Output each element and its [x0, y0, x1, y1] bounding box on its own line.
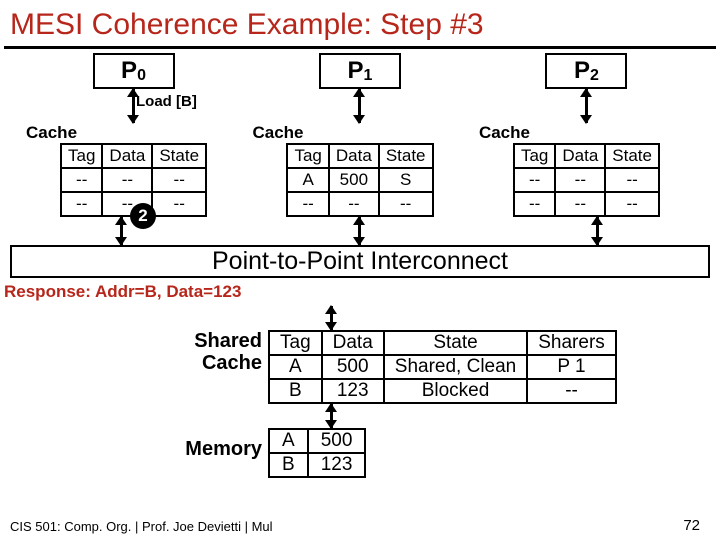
- col-tag: Tag: [514, 144, 555, 168]
- cache-label: Cache: [479, 123, 530, 143]
- load-b-label: Load [B]: [136, 93, 197, 110]
- cell: P 1: [527, 355, 616, 379]
- cell: B: [269, 379, 322, 403]
- cell: --: [329, 192, 379, 216]
- arrow-icon: [132, 89, 135, 123]
- cell: A: [269, 429, 308, 453]
- cell: --: [555, 192, 605, 216]
- interconnect-box: Point-to-Point Interconnect: [10, 245, 710, 278]
- cell: 500: [329, 168, 379, 192]
- proc-label: P: [348, 57, 364, 84]
- proc-p0: P0 Load [B] Cache TagDataState ------ --…: [60, 53, 207, 217]
- label-line: Cache: [202, 352, 262, 374]
- cell: 500: [322, 355, 384, 379]
- col-data: Data: [555, 144, 605, 168]
- col-state: State: [379, 144, 433, 168]
- shared-cache-label: Shared Cache: [170, 330, 268, 374]
- arrow-icon: [358, 217, 361, 245]
- memory-row: Memory A500 B123: [170, 428, 720, 478]
- cache-p1: TagDataState A500S ------: [286, 143, 433, 217]
- arrow-icon: [330, 404, 333, 428]
- proc-sub: 1: [364, 67, 373, 84]
- response-text: Response: Addr=B, Data=123: [0, 278, 720, 306]
- label-line: Shared: [194, 330, 262, 352]
- cell: B: [269, 453, 308, 477]
- arrow-icon: [120, 217, 123, 245]
- proc-p2: P2 Cache TagDataState ------ ------: [513, 53, 660, 217]
- col-tag: Tag: [269, 331, 322, 355]
- cell: --: [152, 168, 206, 192]
- cell: --: [61, 192, 102, 216]
- step-badge: 2: [130, 203, 156, 229]
- cache-label: Cache: [252, 123, 303, 143]
- proc-label: P: [574, 57, 590, 84]
- arrow-icon: [330, 306, 333, 330]
- col-tag: Tag: [287, 144, 328, 168]
- cell: S: [379, 168, 433, 192]
- cell: Shared, Clean: [384, 355, 527, 379]
- shared-cache-row: Shared Cache Tag Data State Sharers A 50…: [170, 330, 720, 404]
- memory-label: Memory: [170, 428, 268, 460]
- cell: --: [379, 192, 433, 216]
- proc-sub: 0: [137, 67, 146, 84]
- cell: --: [527, 379, 616, 403]
- lower-section: 2 Point-to-Point Interconnect: [0, 217, 720, 278]
- proc-p1: P1 Cache TagDataState A500S ------: [286, 53, 433, 217]
- cell: --: [555, 168, 605, 192]
- memory-table: A500 B123: [268, 428, 366, 478]
- cell: --: [287, 192, 328, 216]
- cache-label: Cache: [26, 123, 77, 143]
- cell: --: [605, 192, 659, 216]
- cell: 123: [308, 453, 366, 477]
- proc-p0-box: P0: [93, 53, 175, 89]
- arrow-icon: [585, 89, 588, 123]
- footer-text: CIS 501: Comp. Org. | Prof. Joe Devietti…: [10, 519, 273, 534]
- processor-row: P0 Load [B] Cache TagDataState ------ --…: [0, 49, 720, 217]
- cell: A: [287, 168, 328, 192]
- col-sharers: Sharers: [527, 331, 616, 355]
- cell: A: [269, 355, 322, 379]
- cell: --: [102, 168, 152, 192]
- cell: 500: [308, 429, 366, 453]
- shared-cache-table: Tag Data State Sharers A 500 Shared, Cle…: [268, 330, 617, 404]
- cache-interconnect-arrows: 2: [10, 217, 710, 247]
- proc-p2-box: P2: [545, 53, 627, 89]
- cell: --: [514, 168, 555, 192]
- col-data: Data: [102, 144, 152, 168]
- cell: --: [152, 192, 206, 216]
- col-state: State: [605, 144, 659, 168]
- arrow-icon: [596, 217, 599, 245]
- proc-p1-box: P1: [319, 53, 401, 89]
- col-data: Data: [322, 331, 384, 355]
- cell: --: [61, 168, 102, 192]
- page-number: 72: [683, 517, 700, 534]
- cell: --: [514, 192, 555, 216]
- cell: Blocked: [384, 379, 527, 403]
- cache-p2: TagDataState ------ ------: [513, 143, 660, 217]
- proc-sub: 2: [590, 67, 599, 84]
- col-tag: Tag: [61, 144, 102, 168]
- col-data: Data: [329, 144, 379, 168]
- arrow-icon: [358, 89, 361, 123]
- cell: 123: [322, 379, 384, 403]
- proc-label: P: [121, 57, 137, 84]
- col-state: State: [152, 144, 206, 168]
- cell: --: [605, 168, 659, 192]
- col-state: State: [384, 331, 527, 355]
- slide-title: MESI Coherence Example: Step #3: [4, 0, 716, 49]
